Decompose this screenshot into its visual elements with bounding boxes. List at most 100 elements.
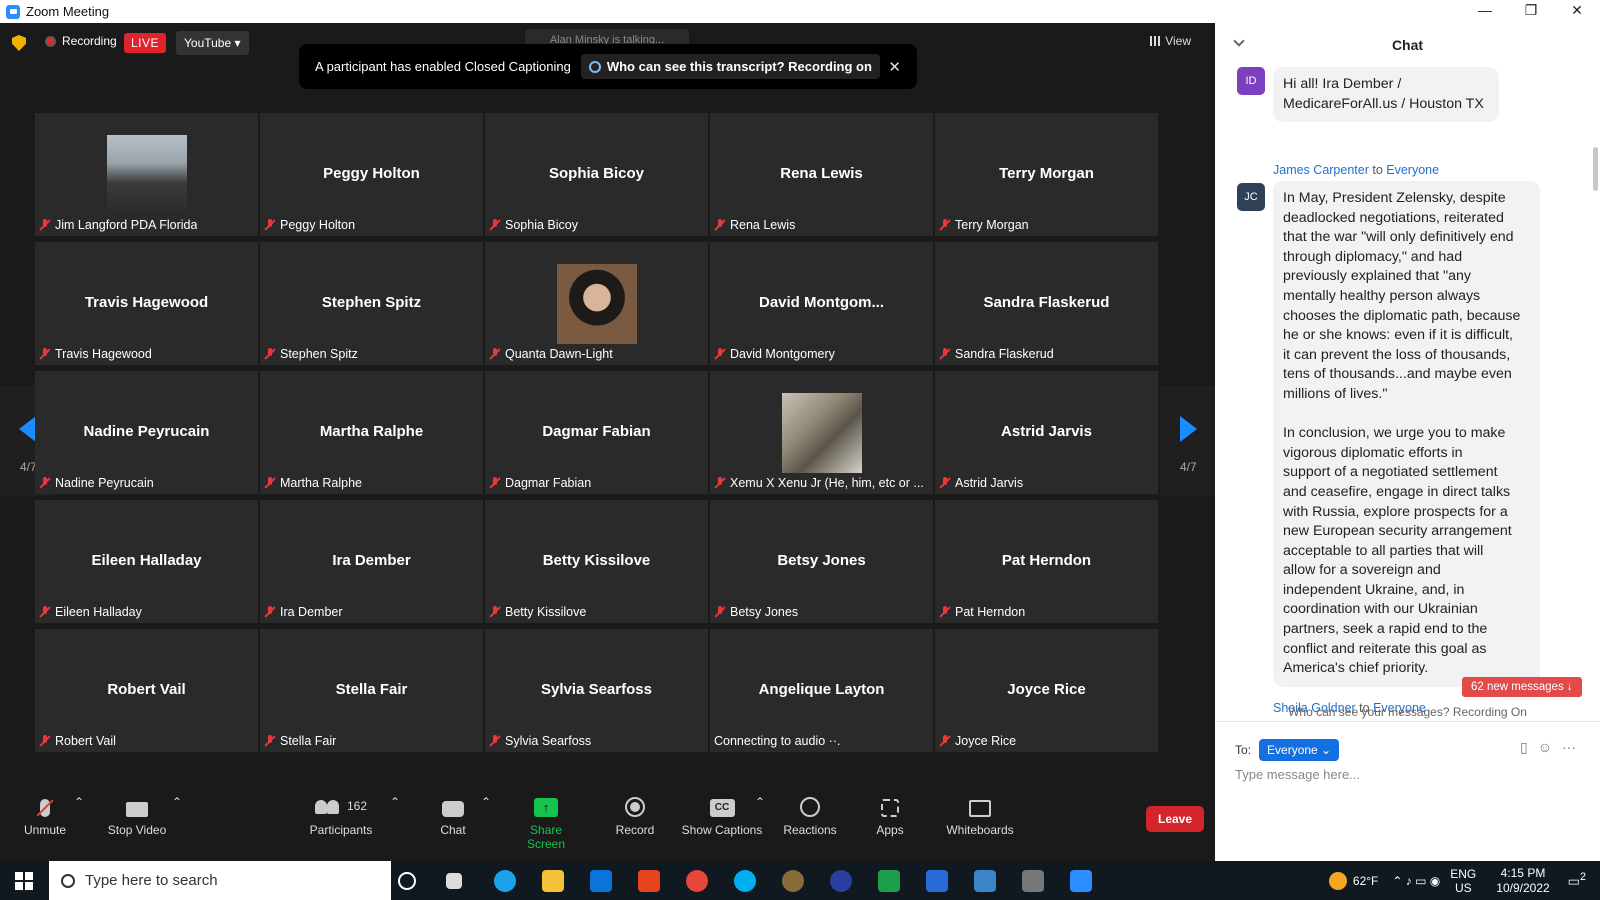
chat-button[interactable]: Chat (435, 795, 471, 837)
participant-tile[interactable]: Robert Vail Robert Vail (35, 629, 258, 752)
muted-mic-icon (264, 477, 276, 489)
youtube-stream-dropdown[interactable]: YouTube ▾ (176, 31, 249, 55)
participant-name-label: Betty Kissilove (489, 605, 586, 619)
participant-tile[interactable]: Rena Lewis Rena Lewis (710, 113, 933, 236)
close-window-button[interactable]: ✕ (1554, 0, 1600, 23)
app-icon[interactable] (1022, 870, 1044, 892)
emoji-icon[interactable]: ☺ (1538, 739, 1552, 756)
audio-options-caret[interactable]: ⌃ (74, 795, 84, 809)
participant-name: Stella Fair (280, 734, 337, 748)
chat-options-caret[interactable]: ⌃ (481, 795, 491, 809)
participant-name: Terry Morgan (955, 218, 1029, 232)
record-button[interactable]: Record (614, 795, 656, 837)
zoom-taskbar-icon[interactable] (1070, 870, 1092, 892)
restore-button[interactable]: ❐ (1508, 0, 1554, 23)
apps-button[interactable]: Apps (874, 795, 906, 837)
person-icon (588, 60, 601, 73)
file-explorer-icon[interactable] (542, 870, 564, 892)
participant-tile[interactable]: Stephen Spitz Stephen Spitz (260, 242, 483, 365)
chat-message[interactable]: In May, President Zelensky, despite dead… (1273, 181, 1540, 687)
file-icon[interactable]: ▯ (1520, 739, 1528, 756)
meeting-area: Recording LIVE YouTube ▾ Alan Minsky is … (0, 23, 1215, 861)
cortana-icon[interactable] (398, 872, 416, 890)
unmute-label: Unmute (23, 823, 67, 837)
recipient-dropdown[interactable]: Everyone ⌄ (1259, 739, 1340, 761)
tray-icons[interactable]: ⌃ ♪ ▭ ◉ (1392, 874, 1440, 888)
task-view-icon[interactable] (446, 873, 462, 889)
notification-icon[interactable]: ▭2 (1568, 871, 1586, 889)
participant-tile[interactable]: Sandra Flaskerud Sandra Flaskerud (935, 242, 1158, 365)
weather-temp[interactable]: 62°F (1353, 874, 1378, 888)
show-captions-button[interactable]: CC Show Captions (681, 795, 763, 837)
captions-options-caret[interactable]: ⌃ (755, 795, 765, 809)
chat-scrollbar[interactable] (1593, 147, 1598, 191)
chat-message[interactable]: Hi all! Ira Dember / MedicareForAll.us /… (1273, 67, 1499, 123)
transcript-visibility-label: Who can see this transcript? Recording o… (606, 59, 872, 74)
docs-icon[interactable] (926, 870, 948, 892)
reactions-button[interactable]: Reactions (782, 795, 838, 837)
participant-tile[interactable]: Angelique Layton Connecting to audio ··. (710, 629, 933, 752)
view-button[interactable]: View (1150, 34, 1191, 48)
more-icon[interactable]: ··· (1562, 739, 1576, 756)
participant-tile[interactable]: Joyce Rice Joyce Rice (935, 629, 1158, 752)
video-options-caret[interactable]: ⌃ (172, 795, 182, 809)
chrome-icon[interactable] (686, 870, 708, 892)
participant-tile[interactable]: Peggy Holton Peggy Holton (260, 113, 483, 236)
participant-tile[interactable]: Travis Hagewood Travis Hagewood (35, 242, 258, 365)
office-icon[interactable] (638, 870, 660, 892)
participant-tile[interactable]: Quanta Dawn-Light (485, 242, 708, 365)
app-icon[interactable] (782, 870, 804, 892)
weather-icon[interactable] (1328, 871, 1347, 890)
message-visibility-link[interactable]: Who can see your messages? Recording On (1215, 705, 1600, 719)
leave-button[interactable]: Leave (1146, 806, 1205, 832)
participant-tile[interactable]: Betsy Jones Betsy Jones (710, 500, 933, 623)
participants-options-caret[interactable]: ⌃ (390, 795, 400, 809)
participant-tile[interactable]: Astrid Jarvis Astrid Jarvis (935, 371, 1158, 494)
participant-display-name: Eileen Halladay (91, 552, 202, 569)
sender-name[interactable]: James Carpenter (1273, 163, 1369, 177)
stop-video-button[interactable]: Stop Video (106, 795, 168, 837)
minimize-button[interactable]: — (1462, 0, 1508, 23)
recording-indicator[interactable]: Recording (45, 34, 117, 48)
close-banner-icon[interactable]: ✕ (888, 58, 901, 76)
unmute-button[interactable]: Unmute (22, 795, 68, 837)
app-icon[interactable] (830, 870, 852, 892)
next-page-button[interactable]: 4/7 (1160, 386, 1215, 496)
language-indicator[interactable]: ENG US (1450, 867, 1476, 895)
muted-mic-icon (39, 348, 51, 360)
recipient-name[interactable]: Everyone (1386, 163, 1439, 177)
store-icon[interactable] (590, 870, 612, 892)
live-badge[interactable]: LIVE (124, 33, 167, 53)
muted-mic-icon (264, 219, 276, 231)
participant-tile[interactable]: Jim Langford PDA Florida (35, 113, 258, 236)
participants-count: 162 (346, 799, 368, 813)
participant-tile[interactable]: Terry Morgan Terry Morgan (935, 113, 1158, 236)
participant-tile[interactable]: David Montgom... David Montgomery (710, 242, 933, 365)
participant-tile[interactable]: Xemu X Xenu Jr (He, him, etc or ... (710, 371, 933, 494)
clock[interactable]: 4:15 PM 10/9/2022 (1496, 866, 1549, 896)
participant-tile[interactable]: Dagmar Fabian Dagmar Fabian (485, 371, 708, 494)
edge-icon[interactable] (494, 870, 516, 892)
share-screen-button[interactable]: ↑ Share Screen (510, 795, 582, 851)
participant-tile[interactable]: Eileen Halladay Eileen Halladay (35, 500, 258, 623)
participant-tile[interactable]: Nadine Peyrucain Nadine Peyrucain (35, 371, 258, 494)
skype-icon[interactable] (734, 870, 756, 892)
security-shield-icon[interactable] (12, 35, 26, 51)
sheets-icon[interactable] (878, 870, 900, 892)
taskbar-search-box[interactable]: Type here to search (49, 861, 391, 900)
transcript-visibility-button[interactable]: Who can see this transcript? Recording o… (580, 54, 880, 79)
message-input[interactable]: Type message here... (1235, 767, 1360, 782)
participant-tile[interactable]: Betty Kissilove Betty Kissilove (485, 500, 708, 623)
photos-icon[interactable] (974, 870, 996, 892)
windows-start-icon[interactable] (15, 872, 33, 890)
participant-tile[interactable]: Stella Fair Stella Fair (260, 629, 483, 752)
participants-button[interactable]: 162 Participants (308, 795, 374, 837)
participant-tile[interactable]: Sylvia Searfoss Sylvia Searfoss (485, 629, 708, 752)
participant-tile[interactable]: Sophia Bicoy Sophia Bicoy (485, 113, 708, 236)
region-code: US (1454, 880, 1472, 895)
participant-tile[interactable]: Ira Dember Ira Dember (260, 500, 483, 623)
participant-tile[interactable]: Martha Ralphe Martha Ralphe (260, 371, 483, 494)
whiteboards-button[interactable]: Whiteboards (944, 795, 1016, 837)
new-messages-button[interactable]: 62 new messages ↓ (1462, 677, 1582, 697)
participant-tile[interactable]: Pat Herndon Pat Herndon (935, 500, 1158, 623)
